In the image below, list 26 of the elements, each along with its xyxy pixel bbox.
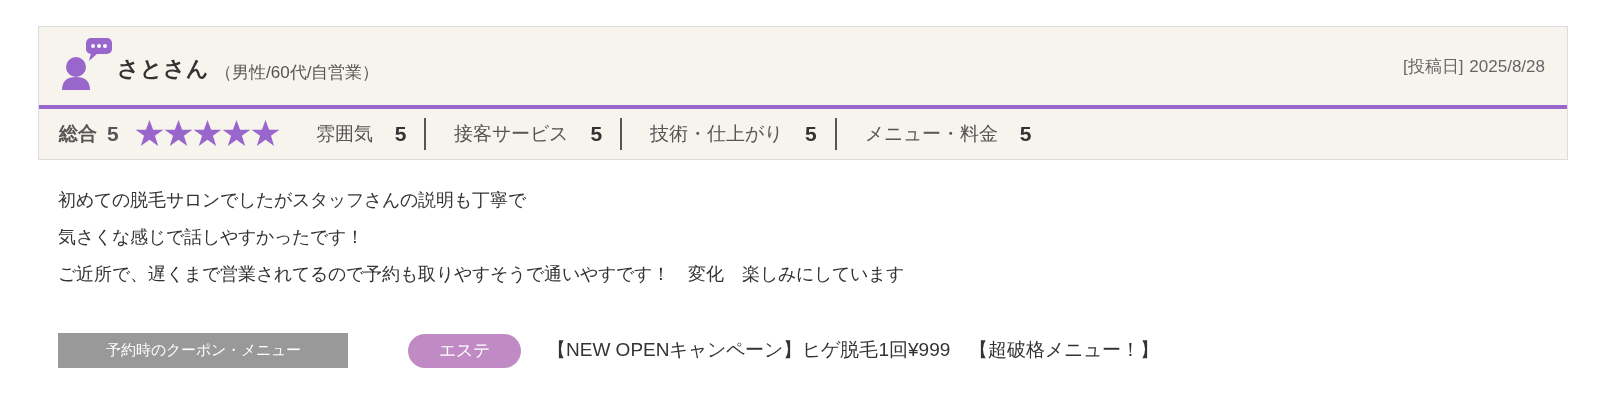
rating-label: 技術・仕上がり [650,121,784,146]
star-icon [250,120,280,148]
rating-label: 接客サービス [454,121,569,146]
review-text-line: 初めての脱毛サロンでしたがスタッフさんの説明も丁寧で [58,189,527,212]
star-icon [221,120,251,148]
reviewer-attributes: （男性/60代/自営業） [215,61,380,84]
rating-score: 5 [805,121,817,148]
coupon-link[interactable]: 【NEW OPENキャンペーン】ヒゲ脱毛1回¥999 【超破格メニュー！】 [547,336,1160,365]
rating-score: 5 [1019,121,1032,148]
overall-score: 5 [107,121,119,148]
rating-score: 5 [590,121,603,148]
star-icon [192,120,222,148]
user-comment-icon [61,37,115,91]
coupon-label: 予約時のクーポン・メニュー [58,333,348,368]
rating-score: 5 [394,121,407,148]
star-icon [163,120,193,148]
category-tag: エステ [408,333,521,368]
overall-label: 総合 [59,121,97,146]
post-date-label: [投稿日] [1402,55,1464,78]
rating-label: メニュー・料金 [864,121,998,146]
rating-label: 雰囲気 [315,121,373,146]
review-text-line: 気さくな感じで話しやすかったです！ [58,226,365,249]
reviewer-name: さとさん [117,55,209,83]
review-text-line: ご近所で、遅くまで営業されてるので予約も取りやすそうで通いやすです！ 変化 楽しみにしています [58,263,905,286]
post-date: 2025/8/28 [1469,55,1545,78]
star-icon [134,120,164,148]
